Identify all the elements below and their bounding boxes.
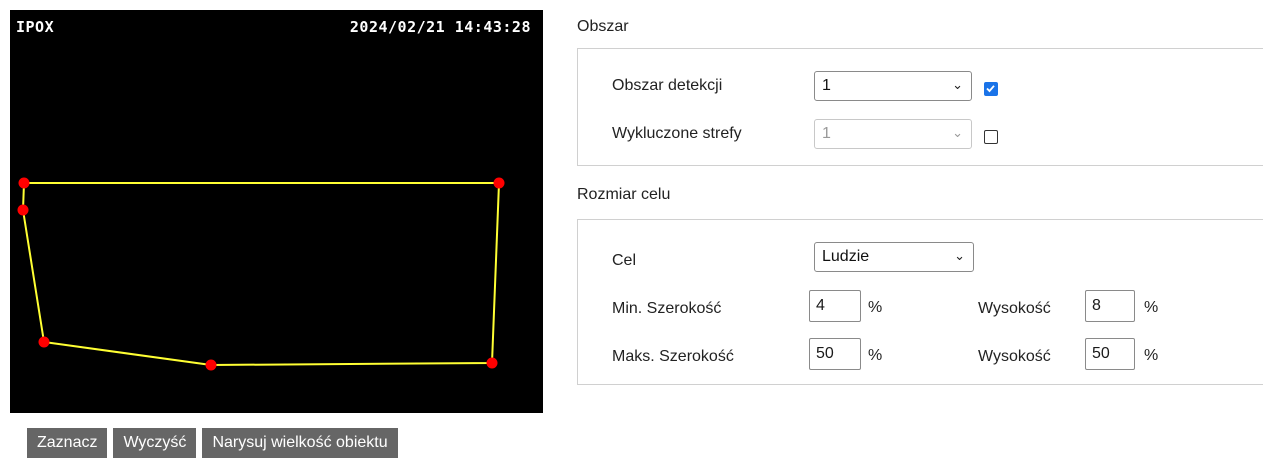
checkmark-icon <box>986 85 995 93</box>
min-width-percent: % <box>868 299 883 316</box>
min-height-percent: % <box>1144 299 1159 316</box>
polygon-vertex[interactable] <box>205 359 217 371</box>
min-width-label: Min. Szerokość <box>612 300 722 317</box>
excluded-zones-select[interactable]: 1 ⌄ <box>814 119 972 149</box>
chevron-down-icon: ⌄ <box>952 78 963 93</box>
excluded-zones-value: 1 <box>822 125 831 142</box>
polygon-vertex[interactable] <box>17 204 29 216</box>
detection-area-checkbox[interactable] <box>984 82 998 96</box>
excluded-zones-checkbox[interactable] <box>984 130 998 144</box>
target-size-section-title: Rozmiar celu <box>577 186 671 203</box>
target-label: Cel <box>612 252 637 269</box>
area-panel: Obszar detekcji 1 ⌄ Wykluczone strefy 1 … <box>577 48 1263 166</box>
max-height-label: Wysokość <box>978 348 1051 365</box>
detection-region-canvas[interactable] <box>10 10 543 413</box>
min-height-label: Wysokość <box>978 300 1051 317</box>
max-width-label: Maks. Szerokość <box>612 348 734 365</box>
target-type-value: Ludzie <box>822 248 870 265</box>
max-width-percent: % <box>868 347 883 364</box>
clear-button[interactable]: Wyczyść <box>113 428 197 458</box>
detection-area-label: Obszar detekcji <box>612 77 723 94</box>
max-height-input[interactable]: 50 <box>1085 338 1135 370</box>
drawing-toolbar: Zaznacz Wyczyść Narysuj wielkość obiektu <box>27 428 398 458</box>
polygon-vertex[interactable] <box>18 177 30 189</box>
target-type-select[interactable]: Ludzie ⌄ <box>814 242 974 272</box>
polygon-vertex[interactable] <box>38 336 50 348</box>
min-height-input[interactable]: 8 <box>1085 290 1135 322</box>
video-preview[interactable]: IPOX 2024/02/21 14:43:28 <box>10 10 543 413</box>
excluded-zones-label: Wykluczone strefy <box>612 125 742 142</box>
min-width-input[interactable]: 4 <box>809 290 861 322</box>
chevron-down-icon: ⌄ <box>952 126 963 141</box>
polygon-vertex[interactable] <box>486 357 498 369</box>
detection-area-value: 1 <box>822 77 831 94</box>
polygon-vertex[interactable] <box>493 177 505 189</box>
detection-area-select[interactable]: 1 ⌄ <box>814 71 972 101</box>
draw-object-size-button[interactable]: Narysuj wielkość obiektu <box>202 428 398 458</box>
target-size-panel: Cel Ludzie ⌄ Min. Szerokość 4 % Wysokość… <box>577 219 1263 385</box>
area-section-title: Obszar <box>577 18 629 35</box>
max-width-input[interactable]: 50 <box>809 338 861 370</box>
max-height-percent: % <box>1144 347 1159 364</box>
mark-button[interactable]: Zaznacz <box>27 428 108 458</box>
chevron-down-icon: ⌄ <box>954 249 965 264</box>
detection-polygon[interactable] <box>21 182 501 367</box>
